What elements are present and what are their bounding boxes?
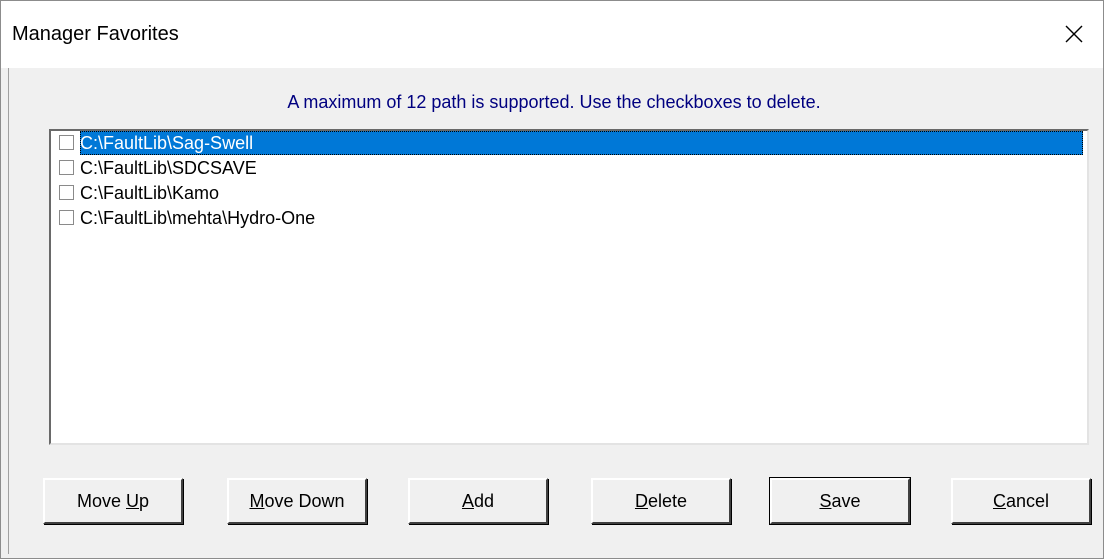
save-label-post: ave [831, 491, 861, 511]
favorite-path: C:\FaultLib\SDCSAVE [80, 158, 257, 178]
move-up-label-key: U [126, 491, 139, 511]
move-up-label-post: p [139, 491, 150, 511]
dialog-client-area: A maximum of 12 path is supported. Use t… [8, 68, 1099, 554]
favorites-listbox[interactable]: C:\FaultLib\Sag-Swell C:\FaultLib\SDCSAV… [49, 129, 1089, 445]
move-up-button[interactable]: Move Up [43, 478, 183, 524]
save-label-key: S [819, 491, 832, 511]
favorite-item[interactable]: C:\FaultLib\Sag-Swell [57, 131, 1083, 155]
move-down-button[interactable]: Move Down [227, 478, 367, 524]
add-button[interactable]: Add [408, 478, 548, 524]
close-button[interactable] [1045, 1, 1103, 68]
manager-favorites-dialog: Manager Favorites A maximum of 12 path i… [0, 0, 1104, 559]
favorite-path: C:\FaultLib\Kamo [80, 183, 220, 203]
close-icon [1065, 25, 1083, 43]
favorite-item[interactable]: C:\FaultLib\Kamo [57, 181, 1083, 205]
move-down-label-post: ove Down [264, 491, 345, 511]
favorite-path: C:\FaultLib\Sag-Swell [80, 131, 1083, 155]
favorite-path: C:\FaultLib\mehta\Hydro-One [80, 208, 316, 228]
favorite-checkbox[interactable] [59, 135, 74, 150]
delete-label-key: D [634, 491, 648, 511]
save-button[interactable]: Save [769, 477, 911, 525]
cancel-label-key: C [992, 491, 1006, 511]
instruction-text: A maximum of 12 path is supported. Use t… [287, 92, 821, 112]
favorite-checkbox[interactable] [59, 160, 74, 175]
window-title: Manager Favorites [12, 23, 179, 45]
add-label-post: dd [473, 491, 495, 511]
title-bar: Manager Favorites [1, 1, 1103, 68]
cancel-label-post: ancel [1005, 491, 1050, 511]
favorite-checkbox[interactable] [59, 185, 74, 200]
move-down-label-key: M [249, 491, 265, 511]
favorite-checkbox[interactable] [59, 210, 74, 225]
cancel-button[interactable]: Cancel [951, 478, 1091, 524]
favorite-item[interactable]: C:\FaultLib\mehta\Hydro-One [57, 206, 1083, 230]
add-label-key: A [461, 491, 474, 511]
delete-button[interactable]: Delete [591, 478, 731, 524]
delete-label-post: elete [647, 491, 688, 511]
favorite-item[interactable]: C:\FaultLib\SDCSAVE [57, 156, 1083, 180]
move-up-label-pre: Move [76, 491, 126, 511]
